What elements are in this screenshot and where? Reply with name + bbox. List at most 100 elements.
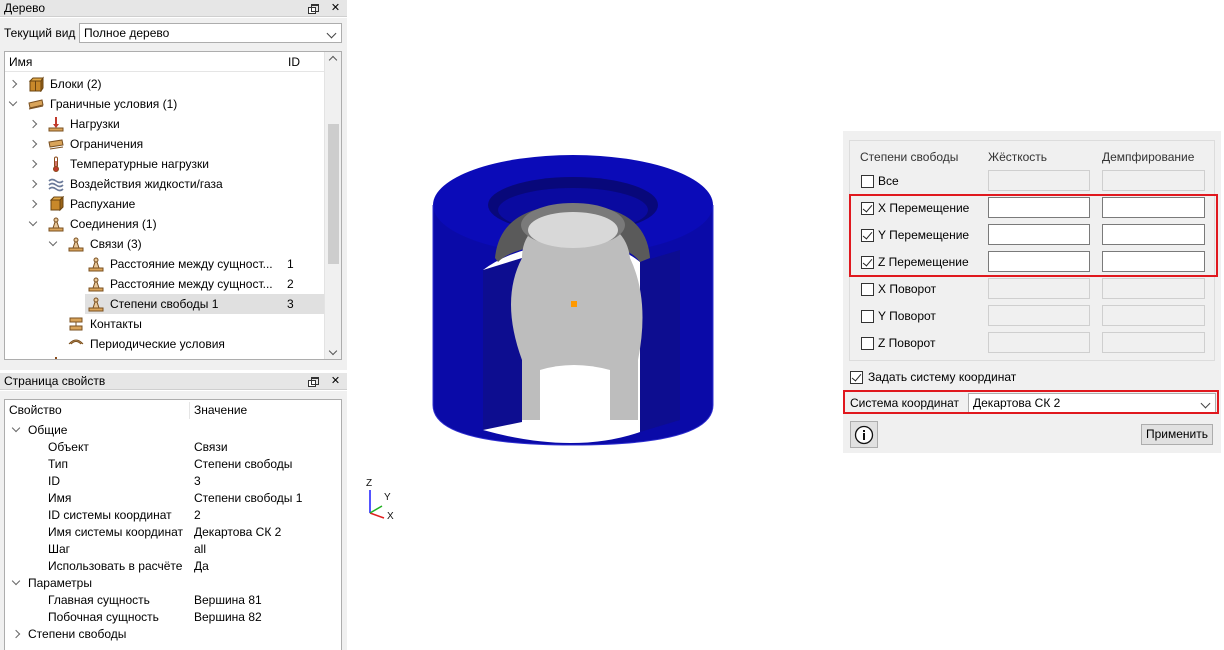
property-row[interactable]: Имя Степени свободы 1 bbox=[5, 490, 341, 507]
property-group-dof[interactable]: Степени свободы bbox=[5, 626, 341, 643]
column-value-header[interactable]: Значение bbox=[194, 402, 247, 419]
property-key: Побочная сущность bbox=[48, 610, 159, 624]
property-key: Шаг bbox=[48, 542, 71, 556]
set-coordinate-system-checkbox[interactable] bbox=[850, 371, 863, 384]
expand-arrow-icon[interactable] bbox=[28, 159, 38, 169]
tree-item-periodic[interactable]: Периодические условия bbox=[5, 334, 325, 354]
tree-scrollbar[interactable] bbox=[324, 52, 341, 359]
properties-panel-titlebar: Страница свойств ✕ bbox=[0, 373, 347, 390]
property-row[interactable]: Главная сущность Вершина 81 bbox=[5, 592, 341, 609]
all-checkbox[interactable] bbox=[861, 175, 874, 188]
property-value: 2 bbox=[194, 508, 201, 522]
tree-item-swelling[interactable]: Распухание bbox=[5, 194, 325, 214]
collapse-arrow-icon[interactable] bbox=[8, 97, 18, 107]
scroll-down-icon[interactable] bbox=[328, 346, 338, 356]
all-stiffness-input[interactable] bbox=[988, 170, 1090, 191]
y-rotation-stiffness-input[interactable] bbox=[988, 305, 1090, 326]
blocks-icon bbox=[28, 76, 44, 92]
scrollbar-thumb[interactable] bbox=[328, 124, 339, 264]
y-rotation-damping-input[interactable] bbox=[1102, 305, 1205, 326]
expand-arrow-icon[interactable] bbox=[28, 199, 38, 209]
property-group-label: Степени свободы bbox=[28, 627, 127, 641]
damping-column-header: Демпфирование bbox=[1102, 150, 1195, 164]
cylinder-model[interactable] bbox=[350, 0, 840, 650]
z-rotation-checkbox[interactable] bbox=[861, 337, 874, 350]
tree-item-link-2[interactable]: Расстояние между сущност... 2 bbox=[5, 274, 325, 294]
tree-item-links[interactable]: Связи (3) bbox=[5, 234, 325, 254]
property-row[interactable]: ID 3 bbox=[5, 473, 341, 490]
property-key: ID bbox=[48, 474, 60, 488]
model-tree[interactable]: Имя ID ˆ Блоки (2) Граничные условия (1) bbox=[4, 51, 342, 360]
tree-item-loads[interactable]: Нагрузки bbox=[5, 114, 325, 134]
property-row[interactable]: Побочная сущность Вершина 82 bbox=[5, 609, 341, 626]
tree-panel: Текущий вид Полное дерево Имя ID ˆ Блоки… bbox=[0, 18, 347, 370]
collapse-arrow-icon[interactable] bbox=[11, 423, 21, 433]
property-value: Декартова СК 2 bbox=[194, 525, 282, 539]
column-property-header[interactable]: Свойство bbox=[9, 402, 62, 419]
float-panel-icon[interactable] bbox=[307, 376, 319, 387]
link-item-icon bbox=[88, 257, 104, 272]
collapse-arrow-icon[interactable] bbox=[11, 576, 21, 586]
vertex-marker[interactable] bbox=[571, 301, 577, 307]
tree-item-label: Степени свободы 1 bbox=[110, 297, 219, 311]
connections-icon bbox=[48, 217, 64, 232]
float-panel-icon[interactable] bbox=[307, 3, 319, 14]
tree-item-blocks[interactable]: Блоки (2) bbox=[5, 74, 325, 94]
column-name-header[interactable]: Имя bbox=[9, 55, 32, 69]
all-damping-input[interactable] bbox=[1102, 170, 1205, 191]
tree-item-boundary-conditions[interactable]: Граничные условия (1) bbox=[5, 94, 325, 114]
info-button[interactable] bbox=[850, 421, 878, 448]
z-rotation-damping-input[interactable] bbox=[1102, 332, 1205, 353]
property-row[interactable]: ID системы координат 2 bbox=[5, 507, 341, 524]
current-view-label: Текущий вид bbox=[4, 26, 76, 40]
tree-item-constraints[interactable]: Ограничения bbox=[5, 134, 325, 154]
scroll-up-icon[interactable] bbox=[328, 55, 338, 65]
tree-item-thermal-loads[interactable]: Температурные нагрузки bbox=[5, 154, 325, 174]
property-value: Вершина 82 bbox=[194, 610, 262, 624]
close-icon[interactable]: ✕ bbox=[330, 376, 341, 387]
x-rotation-damping-input[interactable] bbox=[1102, 278, 1205, 299]
x-rotation-checkbox[interactable] bbox=[861, 283, 874, 296]
3d-viewport[interactable]: Z Y X bbox=[350, 0, 840, 650]
property-row[interactable]: Тип Степени свободы bbox=[5, 456, 341, 473]
property-group-parameters[interactable]: Параметры bbox=[5, 575, 341, 592]
expand-arrow-icon[interactable] bbox=[11, 629, 21, 639]
x-rotation-stiffness-input[interactable] bbox=[988, 278, 1090, 299]
chevron-down-icon bbox=[326, 28, 337, 39]
tree-item-connections[interactable]: Соединения (1) bbox=[5, 214, 325, 234]
collapse-arrow-icon[interactable] bbox=[48, 237, 58, 247]
stiffness-column-header: Жёсткость bbox=[988, 150, 1048, 164]
swelling-icon bbox=[49, 196, 64, 212]
z-rotation-label: Z Поворот bbox=[878, 336, 936, 350]
property-value: Да bbox=[194, 559, 209, 573]
tree-item-link-1[interactable]: Расстояние между сущност... 1 bbox=[5, 254, 325, 274]
y-rotation-checkbox[interactable] bbox=[861, 310, 874, 323]
current-view-select[interactable]: Полное дерево bbox=[79, 23, 342, 43]
links-icon bbox=[68, 237, 84, 252]
tree-item-fluid-effects[interactable]: Воздействия жидкости/газа bbox=[5, 174, 325, 194]
axis-y-label: Y bbox=[384, 492, 391, 503]
current-view-value: Полное дерево bbox=[84, 26, 170, 40]
expand-arrow-icon[interactable] bbox=[8, 79, 18, 89]
properties-table[interactable]: Свойство Значение Общие Объект Связи Тип… bbox=[4, 399, 342, 650]
property-row[interactable]: Использовать в расчёте Да bbox=[5, 558, 341, 575]
apply-button[interactable]: Применить bbox=[1141, 424, 1213, 445]
tree-item-dof-1[interactable]: Степени свободы 1 3 bbox=[85, 294, 325, 314]
z-rotation-stiffness-input[interactable] bbox=[988, 332, 1090, 353]
column-id-header[interactable]: ID bbox=[288, 55, 300, 69]
property-key: ID системы координат bbox=[48, 508, 172, 522]
property-row[interactable]: Объект Связи bbox=[5, 439, 341, 456]
property-row[interactable]: Имя системы координат Декартова СК 2 bbox=[5, 524, 341, 541]
property-row[interactable]: Шаг all bbox=[5, 541, 341, 558]
tree-header: Имя ID ˆ bbox=[5, 52, 325, 72]
property-group-general[interactable]: Общие bbox=[5, 422, 341, 439]
collapse-arrow-icon[interactable] bbox=[28, 217, 38, 227]
property-key: Имя системы координат bbox=[48, 525, 184, 539]
expand-arrow-icon[interactable] bbox=[28, 139, 38, 149]
tree-item-contacts[interactable]: Контакты bbox=[5, 314, 325, 334]
close-icon[interactable]: ✕ bbox=[330, 3, 341, 14]
expand-arrow-icon[interactable] bbox=[28, 179, 38, 189]
tree-item-label: Периодические условия bbox=[90, 337, 225, 351]
expand-arrow-icon[interactable] bbox=[28, 119, 38, 129]
link-item-icon bbox=[88, 277, 104, 292]
